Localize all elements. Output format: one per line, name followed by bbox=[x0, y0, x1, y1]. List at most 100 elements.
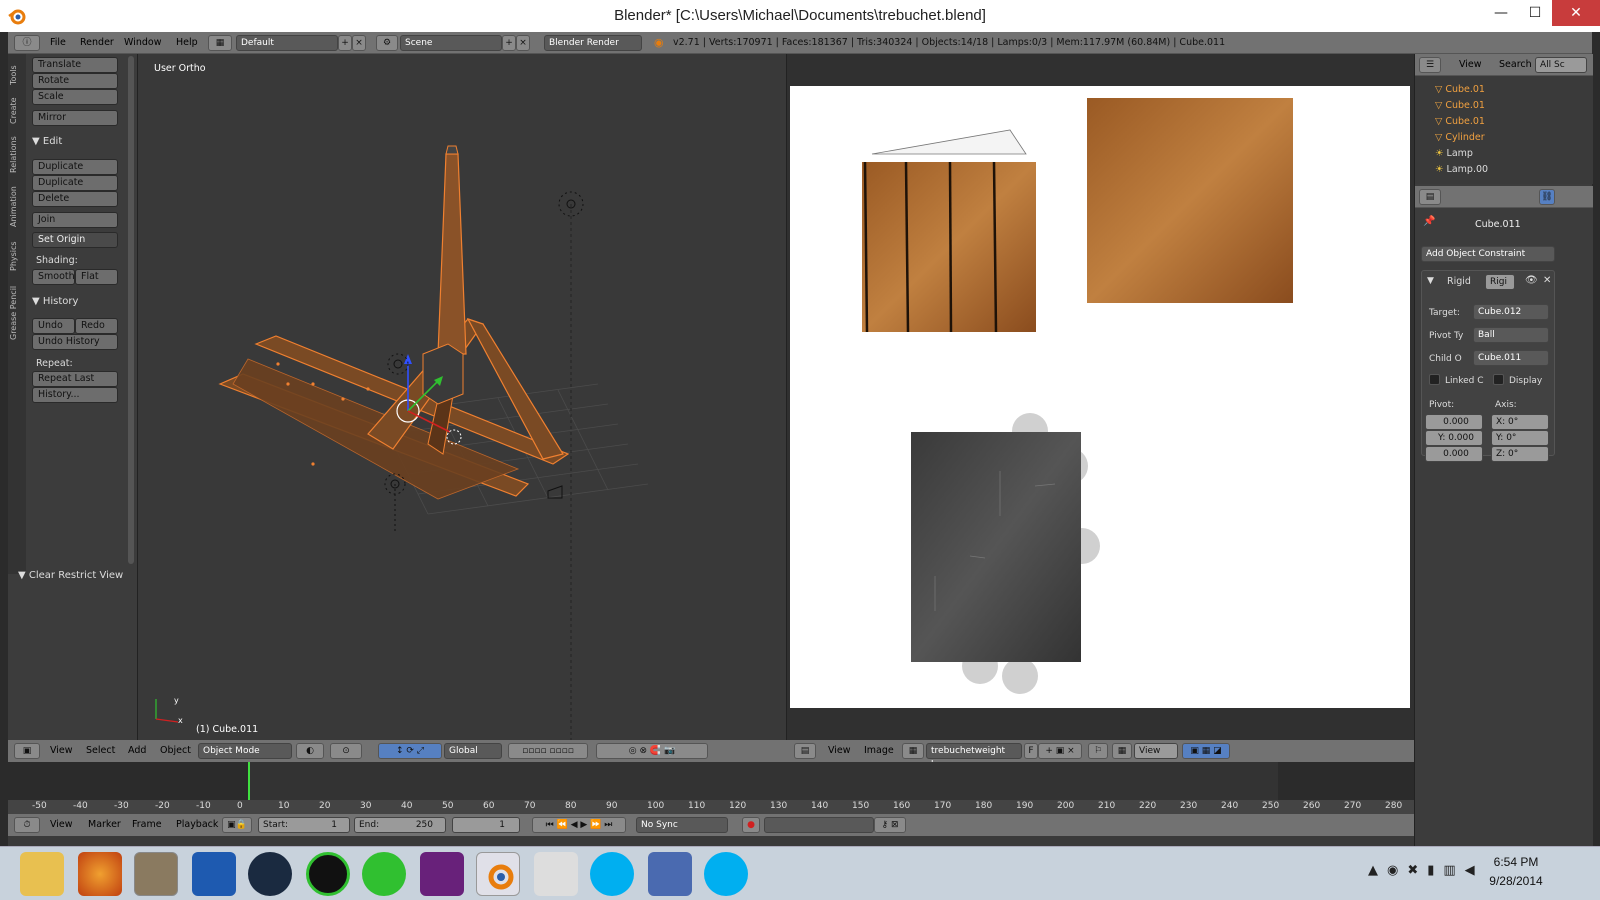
properties-type-icon[interactable]: ▤ bbox=[1419, 189, 1441, 205]
tab-tools[interactable]: Tools bbox=[9, 60, 25, 90]
start-frame-field[interactable]: Start: 1 bbox=[258, 817, 350, 833]
outliner-item[interactable]: ☀ Lamp.00 bbox=[1435, 162, 1585, 178]
tl-menu-frame[interactable]: Frame bbox=[132, 819, 162, 830]
pen-app-icon[interactable] bbox=[192, 852, 236, 896]
axis-x-field[interactable]: X: 0° bbox=[1491, 414, 1549, 430]
layout-field[interactable]: Default bbox=[236, 35, 338, 51]
clear-restrict-view-header[interactable]: ▼ Clear Restrict View bbox=[18, 570, 123, 581]
target-field[interactable]: Cube.012 bbox=[1473, 304, 1549, 320]
record-icon[interactable]: ● bbox=[742, 817, 760, 833]
uv-image-editor[interactable] bbox=[786, 54, 1414, 740]
cloud-app-icon[interactable] bbox=[362, 852, 406, 896]
display-channel-icons[interactable]: ▣ ▦ ◪ bbox=[1182, 743, 1230, 759]
taskbar-clock[interactable]: 6:54 PM 9/28/2014 bbox=[1476, 853, 1556, 891]
child-object-field[interactable]: Cube.011 bbox=[1473, 350, 1549, 366]
editor-type-icon[interactable]: ⓘ bbox=[14, 35, 40, 51]
layout-icon[interactable]: ▦ bbox=[208, 35, 232, 51]
toolshelf-scrollbar[interactable] bbox=[128, 56, 134, 564]
display-pivot-checkbox[interactable] bbox=[1493, 374, 1504, 385]
menu-window[interactable]: Window bbox=[124, 37, 161, 48]
outliner-type-icon[interactable]: ☰ bbox=[1419, 57, 1441, 73]
3d-viewport[interactable]: User Ortho y x (1) Cube.011 bbox=[138, 54, 786, 740]
trebuchet-model[interactable] bbox=[138, 54, 786, 740]
gimp-icon[interactable] bbox=[134, 852, 178, 896]
viewport-type-icon[interactable]: ▣ bbox=[14, 743, 40, 759]
flat-button[interactable]: Flat bbox=[75, 269, 118, 285]
history-button[interactable]: History... bbox=[32, 387, 118, 403]
manipulator-icons[interactable]: ↕ ⟳ ⤢ bbox=[378, 743, 442, 759]
pivot-x-field[interactable]: 0.000 bbox=[1425, 414, 1483, 430]
file-explorer-icon[interactable] bbox=[20, 852, 64, 896]
img-menu-image[interactable]: Image bbox=[864, 745, 894, 756]
history-panel-header[interactable]: ▼ History bbox=[32, 296, 78, 307]
sync-mode-select[interactable]: No Sync bbox=[636, 817, 728, 833]
tl-menu-marker[interactable]: Marker bbox=[88, 819, 121, 830]
steam-icon[interactable] bbox=[248, 852, 292, 896]
view-select[interactable]: View bbox=[1134, 743, 1178, 759]
viewport-shading-icon[interactable]: ◐ bbox=[296, 743, 324, 759]
pivot-y-field[interactable]: Y: 0.000 bbox=[1425, 430, 1483, 446]
render-engine-select[interactable]: Blender Render bbox=[544, 35, 642, 51]
join-button[interactable]: Join bbox=[32, 212, 118, 228]
image-canvas[interactable] bbox=[790, 86, 1410, 708]
outliner-item[interactable]: ▽ Cube.01 bbox=[1435, 98, 1585, 114]
menu-help[interactable]: Help bbox=[176, 37, 198, 48]
delete-button[interactable]: Delete bbox=[32, 191, 118, 207]
pin-icon[interactable]: 📌 bbox=[1423, 216, 1435, 227]
menu-render[interactable]: Render bbox=[80, 37, 114, 48]
image-browse-icon[interactable]: ▦ bbox=[902, 743, 924, 759]
scene-remove-icon[interactable]: × bbox=[516, 35, 530, 51]
collapse-icon[interactable]: ▼ bbox=[1427, 276, 1434, 286]
image-editor-type-icon[interactable]: ▤ bbox=[794, 743, 816, 759]
tab-grease-pencil[interactable]: Grease Pencil bbox=[9, 282, 25, 344]
keying-set-field[interactable] bbox=[764, 817, 874, 833]
duplicate-button[interactable]: Duplicate bbox=[32, 159, 118, 175]
current-frame-field[interactable]: 1 bbox=[452, 817, 520, 833]
visual-studio-icon[interactable] bbox=[420, 852, 464, 896]
pivot-point-icon[interactable]: ⊙ bbox=[330, 743, 362, 759]
axis-z-field[interactable]: Z: 0° bbox=[1491, 446, 1549, 462]
tl-menu-playback[interactable]: Playback bbox=[176, 819, 218, 830]
maximize-button[interactable]: ☐ bbox=[1518, 0, 1552, 26]
rotate-button[interactable]: Rotate bbox=[32, 73, 118, 89]
outliner-menu-search[interactable]: Search bbox=[1499, 59, 1532, 70]
uv-pin-icon[interactable]: ⚐ bbox=[1088, 743, 1108, 759]
playback-controls[interactable]: ⏮ ⏪ ◀ ▶ ⏩ ⏭ bbox=[532, 817, 626, 833]
edit-panel-header[interactable]: ▼ Edit bbox=[32, 136, 62, 147]
repeat-last-button[interactable]: Repeat Last bbox=[32, 371, 118, 387]
skype-icon-2[interactable] bbox=[704, 852, 748, 896]
pivot-z-field[interactable]: 0.000 bbox=[1425, 446, 1483, 462]
object-mode-select[interactable]: Object Mode bbox=[198, 743, 292, 759]
scene-field[interactable]: Scene bbox=[400, 35, 502, 51]
delete-constraint-icon[interactable]: ✕ bbox=[1543, 275, 1551, 286]
razer-icon[interactable] bbox=[306, 852, 350, 896]
vp-menu-object[interactable]: Object bbox=[160, 745, 191, 756]
tab-physics[interactable]: Physics bbox=[9, 236, 25, 276]
blender-taskbar-icon[interactable] bbox=[476, 852, 520, 896]
current-frame-marker[interactable] bbox=[248, 762, 250, 802]
menu-file[interactable]: File bbox=[50, 37, 66, 48]
undo-button[interactable]: Undo bbox=[32, 318, 75, 334]
image-name-field[interactable]: trebuchetweight bo... bbox=[926, 743, 1022, 770]
mirror-button[interactable]: Mirror bbox=[32, 110, 118, 126]
preview-range-icon[interactable]: ▣🔒 bbox=[222, 817, 252, 833]
linked-collision-checkbox[interactable] bbox=[1429, 374, 1440, 385]
duplicate-linked-button[interactable]: Duplicate Linked bbox=[32, 175, 118, 202]
tl-menu-view[interactable]: View bbox=[50, 819, 73, 830]
scale-button[interactable]: Scale bbox=[32, 89, 118, 105]
vp-menu-view[interactable]: View bbox=[50, 745, 73, 756]
set-origin-select[interactable]: Set Origin bbox=[32, 232, 118, 248]
outliner-menu-view[interactable]: View bbox=[1459, 59, 1482, 70]
keyframe-icons[interactable]: ⚷ ⊠ bbox=[874, 817, 906, 833]
tab-relations[interactable]: Relations bbox=[9, 132, 25, 178]
view-mode-icon[interactable]: ▦ bbox=[1112, 743, 1132, 759]
vp-menu-select[interactable]: Select bbox=[86, 745, 115, 756]
outliner-item[interactable]: ▽ Cylinder bbox=[1435, 130, 1585, 146]
transform-orientation-select[interactable]: Global bbox=[444, 743, 502, 759]
tab-create[interactable]: Create bbox=[9, 94, 25, 128]
scene-add-icon[interactable]: + bbox=[502, 35, 516, 51]
close-button[interactable]: ✕ bbox=[1552, 0, 1600, 26]
image-action-icons[interactable]: + ▣ × bbox=[1038, 743, 1082, 759]
minimize-button[interactable]: — bbox=[1484, 0, 1518, 26]
firefox-icon[interactable] bbox=[78, 852, 122, 896]
